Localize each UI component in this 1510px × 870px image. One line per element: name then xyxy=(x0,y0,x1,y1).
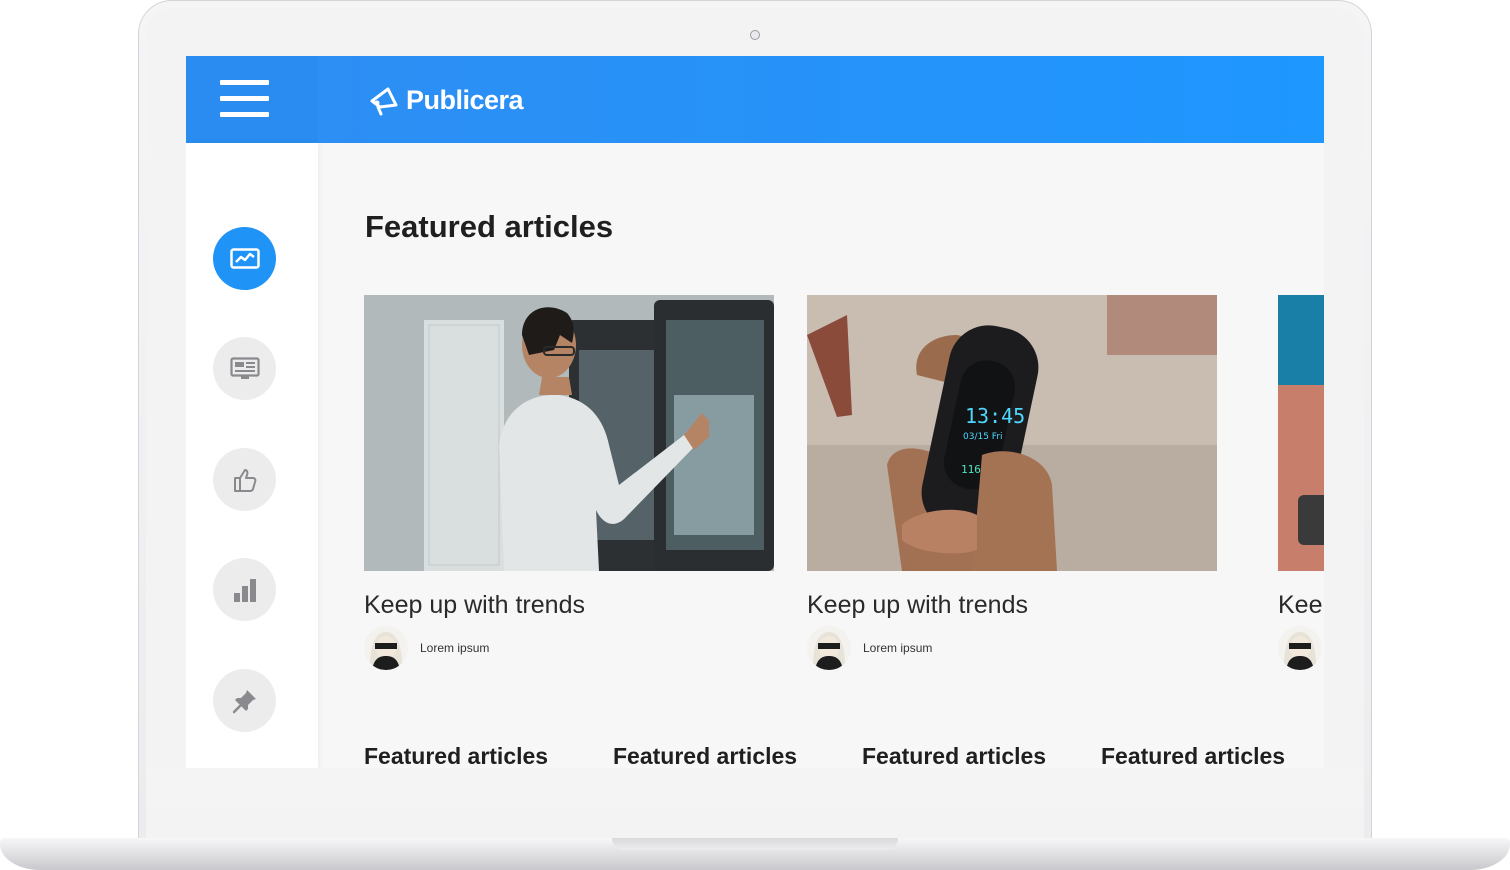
app-name: Publicera xyxy=(406,84,524,115)
avatar xyxy=(1278,626,1322,670)
article-card[interactable]: Keep up with trends Lorem ipsum xyxy=(364,295,774,670)
article-card[interactable]: Kee xyxy=(1278,295,1324,670)
megaphone-icon xyxy=(370,87,398,116)
watch-date: 03/15 Fri xyxy=(963,432,1003,442)
news-feed-icon xyxy=(229,356,260,379)
laptop-chin xyxy=(146,768,1364,808)
featured-tab-1[interactable]: Featured articles xyxy=(364,743,548,768)
article-author xyxy=(1278,626,1324,670)
sidebar-item-news[interactable] xyxy=(213,337,276,400)
article-card[interactable]: 13:45 03/15 Fri 1162 Keep up with trends xyxy=(807,295,1217,670)
laptop-base-notch xyxy=(612,838,898,850)
article-title[interactable]: Kee xyxy=(1278,591,1324,620)
sidebar xyxy=(186,143,318,768)
sidebar-item-likes[interactable] xyxy=(213,448,276,511)
brand-logo[interactable]: Publicera xyxy=(368,80,524,120)
sidebar-item-dashboard[interactable] xyxy=(213,227,276,290)
top-bar: Publicera xyxy=(186,56,1324,143)
article-title[interactable]: Keep up with trends xyxy=(364,591,774,620)
watch-time: 13:45 xyxy=(965,404,1025,428)
app-screen: Publicera Featured articles Keep up with… xyxy=(186,56,1324,768)
featured-tab-2[interactable]: Featured articles xyxy=(613,743,797,768)
main-content: Featured articles Keep up with trends Lo… xyxy=(318,143,1324,768)
avatar xyxy=(364,626,408,670)
pin-icon xyxy=(232,689,256,713)
article-image xyxy=(364,295,774,571)
sidebar-item-analytics[interactable] xyxy=(213,558,276,621)
dashboard-chart-icon xyxy=(229,247,260,269)
article-author: Lorem ipsum xyxy=(807,626,1217,670)
featured-tab-3[interactable]: Featured articles xyxy=(862,743,1046,768)
article-image: 13:45 03/15 Fri 1162 xyxy=(807,295,1217,571)
thumbs-up-icon xyxy=(233,468,256,492)
author-name: Lorem ipsum xyxy=(420,641,490,655)
featured-tab-4[interactable]: Featured articles xyxy=(1101,743,1285,768)
section-title: Featured articles xyxy=(365,209,614,244)
article-title[interactable]: Keep up with trends xyxy=(807,591,1217,620)
menu-zone xyxy=(186,56,318,143)
bar-chart-icon xyxy=(233,578,256,602)
hamburger-menu-icon[interactable] xyxy=(220,80,269,118)
article-author: Lorem ipsum xyxy=(364,626,774,670)
article-image xyxy=(1278,295,1324,571)
webcam xyxy=(750,30,760,40)
sidebar-item-pinned[interactable] xyxy=(213,669,276,732)
author-name: Lorem ipsum xyxy=(863,641,933,655)
avatar xyxy=(807,626,851,670)
